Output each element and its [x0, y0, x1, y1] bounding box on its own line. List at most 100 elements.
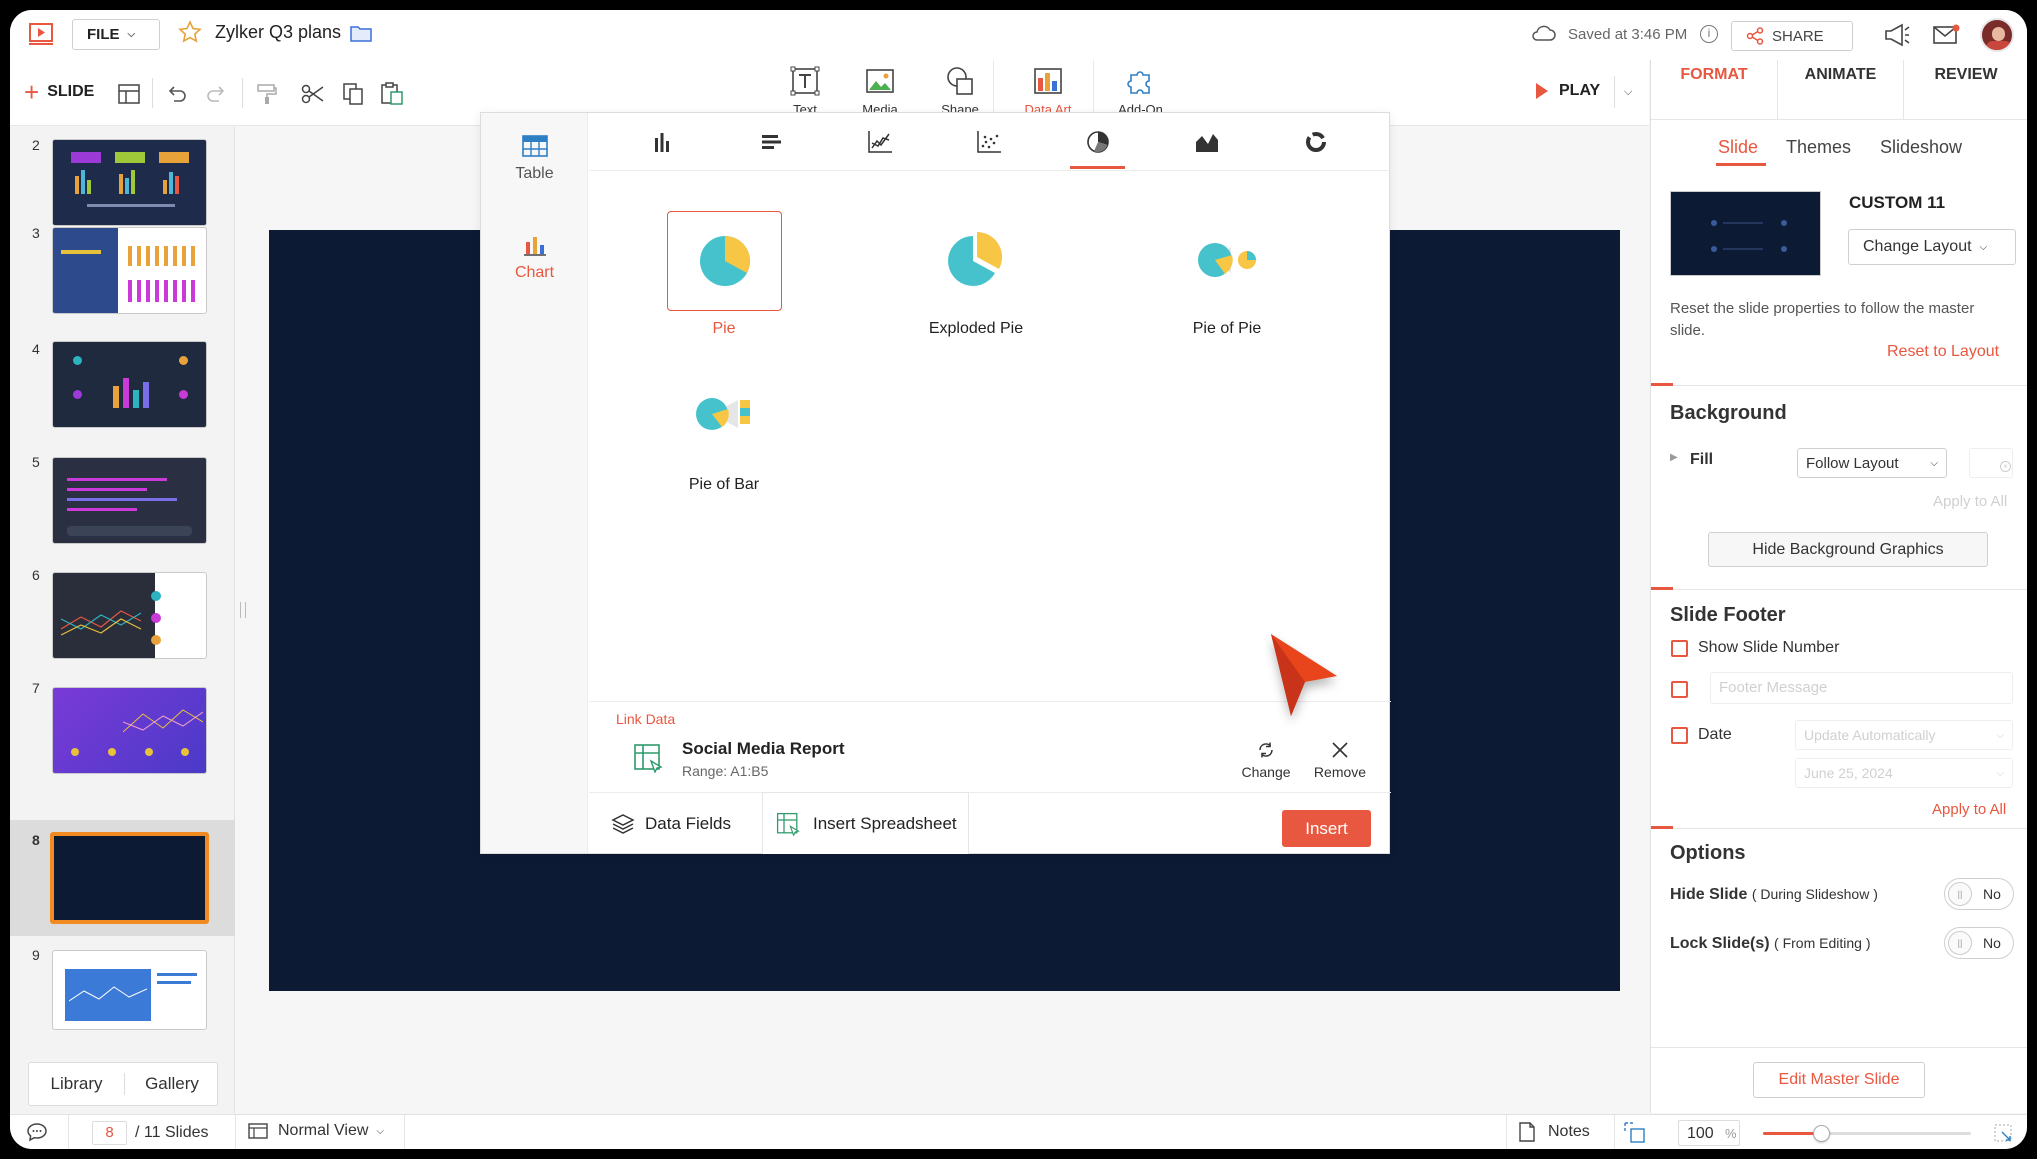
slide-thumbnail-4[interactable] [52, 341, 207, 428]
add-on-button[interactable]: Add-On [1108, 66, 1173, 117]
tab-bar-chart[interactable] [716, 113, 826, 171]
show-slide-number-checkbox[interactable] [1671, 640, 1688, 657]
date-value: June 25, 2024 [1804, 765, 1893, 781]
zoom-input[interactable]: 100 % [1678, 1120, 1740, 1146]
insert-text-button[interactable]: Text [775, 66, 835, 117]
insert-spreadsheet-tab[interactable]: Insert Spreadsheet [762, 792, 969, 854]
scatter-chart-icon [977, 131, 1001, 153]
tab-line-chart[interactable] [825, 113, 935, 171]
lock-slide-toggle[interactable]: || No [1944, 927, 2014, 959]
format-painter-icon[interactable] [256, 83, 278, 105]
file-menu-button[interactable]: FILE ⌵ [72, 19, 160, 50]
grid-select-icon[interactable] [1624, 1122, 1646, 1144]
panel-resize-handle[interactable] [240, 602, 246, 618]
tab-donut-chart[interactable] [1261, 113, 1371, 171]
view-mode-dropdown[interactable]: Normal View ⌵ [248, 1122, 384, 1140]
gallery-button[interactable]: Gallery [125, 1063, 219, 1105]
pie-option-label[interactable]: Pie [634, 320, 814, 338]
fill-color-picker[interactable]: × [1969, 448, 2013, 478]
date-checkbox[interactable] [1671, 727, 1688, 744]
chat-icon[interactable] [26, 1122, 48, 1142]
footer-message-checkbox[interactable] [1671, 681, 1688, 698]
apply-all-footer-link[interactable]: Apply to All [1932, 801, 2006, 818]
remove-source-button[interactable]: Remove [1310, 741, 1370, 780]
fit-to-screen-icon[interactable] [1994, 1124, 2012, 1142]
cut-icon[interactable] [301, 83, 325, 105]
play-button[interactable]: PLAY [1535, 82, 1600, 100]
edit-master-slide-button[interactable]: Edit Master Slide [1753, 1062, 1925, 1098]
hide-slide-toggle[interactable]: || No [1944, 878, 2014, 910]
exploded-pie-option-label[interactable]: Exploded Pie [886, 320, 1066, 338]
insert-shape-button[interactable]: Shape [930, 66, 990, 117]
slide-thumbnail-3[interactable] [52, 227, 207, 314]
play-options-chevron-icon[interactable]: ⌵ [1624, 86, 1632, 99]
data-art-button[interactable]: Data Art [1003, 66, 1093, 117]
tab-format[interactable]: FORMAT [1651, 60, 1777, 120]
tab-animate[interactable]: ANIMATE [1778, 60, 1903, 120]
date-mode-select[interactable]: Update Automatically ⌵ [1795, 720, 2013, 750]
change-source-button[interactable]: Change [1241, 741, 1291, 780]
undo-icon[interactable] [166, 84, 188, 104]
date-value-select[interactable]: June 25, 2024 ⌵ [1795, 758, 2013, 788]
document-title[interactable]: Zylker Q3 plans [215, 22, 341, 43]
announcement-icon[interactable] [1883, 22, 1911, 48]
pie-of-bar-option-label[interactable]: Pie of Bar [634, 476, 814, 494]
subtab-slide[interactable]: Slide [1718, 137, 1758, 158]
tab-area-chart[interactable] [1152, 113, 1262, 171]
exploded-pie-preview[interactable] [946, 230, 1006, 288]
data-fields-tab[interactable]: Data Fields [589, 793, 751, 855]
pie-of-pie-option-label[interactable]: Pie of Pie [1137, 320, 1317, 338]
current-slide-input[interactable]: 8 [92, 1121, 127, 1145]
tab-review[interactable]: REVIEW [1904, 60, 2027, 120]
change-layout-dropdown[interactable]: Change Layout ⌵ [1848, 229, 2016, 265]
info-icon[interactable]: i [1700, 25, 1718, 43]
new-slide-button[interactable]: + SLIDE [24, 79, 94, 105]
apply-all-background-link[interactable]: Apply to All [1933, 493, 2007, 510]
insert-media-button[interactable]: Media [850, 66, 910, 117]
slide-thumbnail-7[interactable] [52, 687, 207, 774]
folder-icon[interactable] [350, 24, 372, 42]
slide-thumbnail-9[interactable] [52, 950, 207, 1030]
notes-toggle-button[interactable]: Notes [1518, 1122, 1590, 1142]
category-chart[interactable]: Chart [481, 234, 588, 282]
normal-view-icon [248, 1123, 268, 1139]
layout-icon[interactable] [118, 84, 140, 104]
zoom-slider-handle[interactable] [1813, 1125, 1831, 1142]
category-table[interactable]: Table [481, 135, 588, 183]
lock-slide-sub: ( From Editing ) [1774, 935, 1871, 951]
slide-thumbnail-6[interactable] [52, 572, 207, 659]
subtab-themes[interactable]: Themes [1786, 137, 1851, 158]
tab-scatter-chart[interactable] [934, 113, 1044, 171]
footer-message-input[interactable]: Footer Message [1710, 672, 2013, 704]
dialog-category-sidebar: Table Chart [481, 113, 588, 853]
copy-icon[interactable] [342, 82, 364, 106]
fill-select[interactable]: Follow Layout ⌵ [1797, 448, 1947, 478]
close-icon [1332, 742, 1348, 758]
subtab-slideshow[interactable]: Slideshow [1880, 137, 1962, 158]
redo-icon[interactable] [205, 84, 227, 104]
tab-pie-chart[interactable] [1043, 113, 1153, 171]
pie-option-selected-frame[interactable] [667, 211, 782, 311]
hide-background-graphics-button[interactable]: Hide Background Graphics [1708, 532, 1988, 567]
slide-thumbnail-8[interactable] [50, 832, 209, 924]
expand-caret-icon[interactable]: ▶ [1670, 452, 1678, 463]
toggle-knob: || [1948, 882, 1972, 906]
star-icon[interactable] [178, 20, 202, 44]
slide-thumbnail-2[interactable] [52, 139, 207, 226]
pie-of-bar-preview[interactable] [694, 394, 756, 434]
tab-column-chart[interactable] [607, 113, 717, 171]
pie-of-pie-preview[interactable] [1195, 237, 1265, 283]
zoom-slider-track[interactable] [1763, 1125, 1971, 1142]
layout-thumbnail[interactable] [1670, 191, 1821, 276]
notes-label: Notes [1548, 1123, 1590, 1140]
mail-icon[interactable] [1932, 24, 1960, 46]
share-button[interactable]: SHARE [1731, 21, 1853, 51]
insert-chart-button[interactable]: Insert [1282, 810, 1371, 847]
paste-icon[interactable] [380, 82, 404, 106]
reset-to-layout-link[interactable]: Reset to Layout [1887, 343, 1999, 361]
data-art-dialog: Table Chart Pie Exploded Pie Pie of Pie … [480, 112, 1391, 855]
user-avatar[interactable] [1980, 18, 2014, 52]
slide-thumbnail-5[interactable] [52, 457, 207, 544]
app-logo-icon[interactable] [28, 22, 54, 46]
library-button[interactable]: Library [29, 1063, 124, 1105]
